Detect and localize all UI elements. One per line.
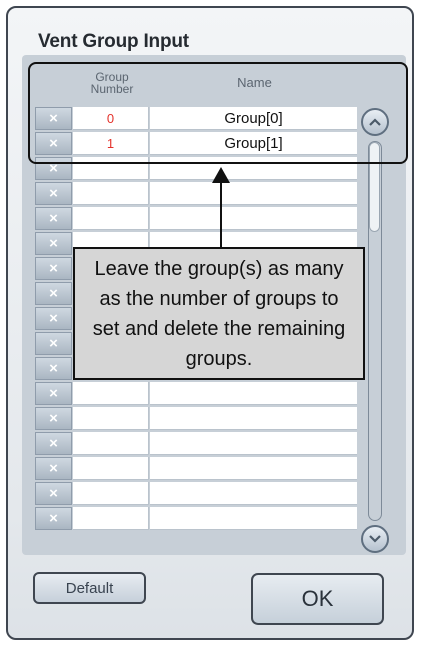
table-row: ×	[35, 206, 357, 231]
column-header-name-label: Name	[237, 75, 272, 90]
delete-row-button[interactable]: ×	[35, 307, 72, 330]
delete-row-button[interactable]: ×	[35, 157, 72, 180]
delete-row-button[interactable]: ×	[35, 457, 72, 480]
delete-row-button[interactable]: ×	[35, 357, 72, 380]
table-row: ×	[35, 156, 357, 181]
chevron-up-icon[interactable]	[361, 108, 389, 136]
group-number-cell[interactable]	[73, 157, 149, 180]
group-name-cell[interactable]: Group[1]	[150, 132, 357, 155]
group-number-cell[interactable]	[73, 407, 149, 430]
group-number-cell[interactable]	[73, 457, 149, 480]
group-number-cell[interactable]	[73, 182, 149, 205]
group-name-cell[interactable]	[150, 432, 357, 455]
group-name-cell[interactable]	[150, 182, 357, 205]
group-number-cell[interactable]	[73, 432, 149, 455]
dialog-title: Vent Group Input	[38, 31, 189, 52]
group-number-cell[interactable]	[73, 382, 149, 405]
group-number-cell[interactable]	[73, 507, 149, 530]
group-number-cell[interactable]	[73, 482, 149, 505]
table-row: × 0 Group[0]	[35, 106, 357, 131]
scroll-track[interactable]	[368, 141, 382, 521]
group-name-cell[interactable]	[150, 407, 357, 430]
group-name-cell[interactable]	[150, 482, 357, 505]
chevron-down-icon[interactable]	[361, 525, 389, 553]
group-number-cell[interactable]: 1	[73, 132, 149, 155]
delete-row-button[interactable]: ×	[35, 382, 72, 405]
delete-row-button[interactable]: ×	[35, 507, 72, 530]
delete-row-button[interactable]: ×	[35, 182, 72, 205]
delete-row-button[interactable]: ×	[35, 482, 72, 505]
table-row: × 1 Group[1]	[35, 131, 357, 156]
table-row: ×	[35, 481, 357, 506]
group-name-cell[interactable]	[150, 157, 357, 180]
delete-row-button[interactable]: ×	[35, 282, 72, 305]
delete-row-button[interactable]: ×	[35, 232, 72, 255]
table-row: ×	[35, 381, 357, 406]
column-header-group-number-label: Group Number	[90, 70, 134, 96]
ok-button[interactable]: OK	[251, 573, 384, 625]
table-row: ×	[35, 181, 357, 206]
instruction-callout: Leave the group(s) as many as the number…	[73, 247, 365, 380]
delete-row-button[interactable]: ×	[35, 332, 72, 355]
group-name-cell[interactable]	[150, 507, 357, 530]
default-button[interactable]: Default	[33, 572, 146, 604]
delete-row-button[interactable]: ×	[35, 132, 72, 155]
delete-row-button[interactable]: ×	[35, 432, 72, 455]
delete-row-button[interactable]: ×	[35, 407, 72, 430]
callout-arrow-head-icon	[212, 167, 230, 183]
column-header-name: Name	[152, 62, 357, 104]
table-row: ×	[35, 431, 357, 456]
table-row: ×	[35, 506, 357, 531]
scroll-thumb[interactable]	[369, 142, 380, 232]
callout-arrow-line	[220, 182, 222, 247]
instruction-text: Leave the group(s) as many as the number…	[92, 257, 346, 370]
delete-row-button[interactable]: ×	[35, 257, 72, 280]
group-name-cell[interactable]	[150, 457, 357, 480]
table-row: ×	[35, 456, 357, 481]
group-name-cell[interactable]	[150, 207, 357, 230]
group-number-cell[interactable]: 0	[73, 107, 149, 130]
group-name-cell[interactable]	[150, 382, 357, 405]
table-row: ×	[35, 406, 357, 431]
column-header-group-number: Group Number	[74, 62, 150, 104]
delete-row-button[interactable]: ×	[35, 207, 72, 230]
delete-row-button[interactable]: ×	[35, 107, 72, 130]
group-name-cell[interactable]: Group[0]	[150, 107, 357, 130]
group-number-cell[interactable]	[73, 207, 149, 230]
